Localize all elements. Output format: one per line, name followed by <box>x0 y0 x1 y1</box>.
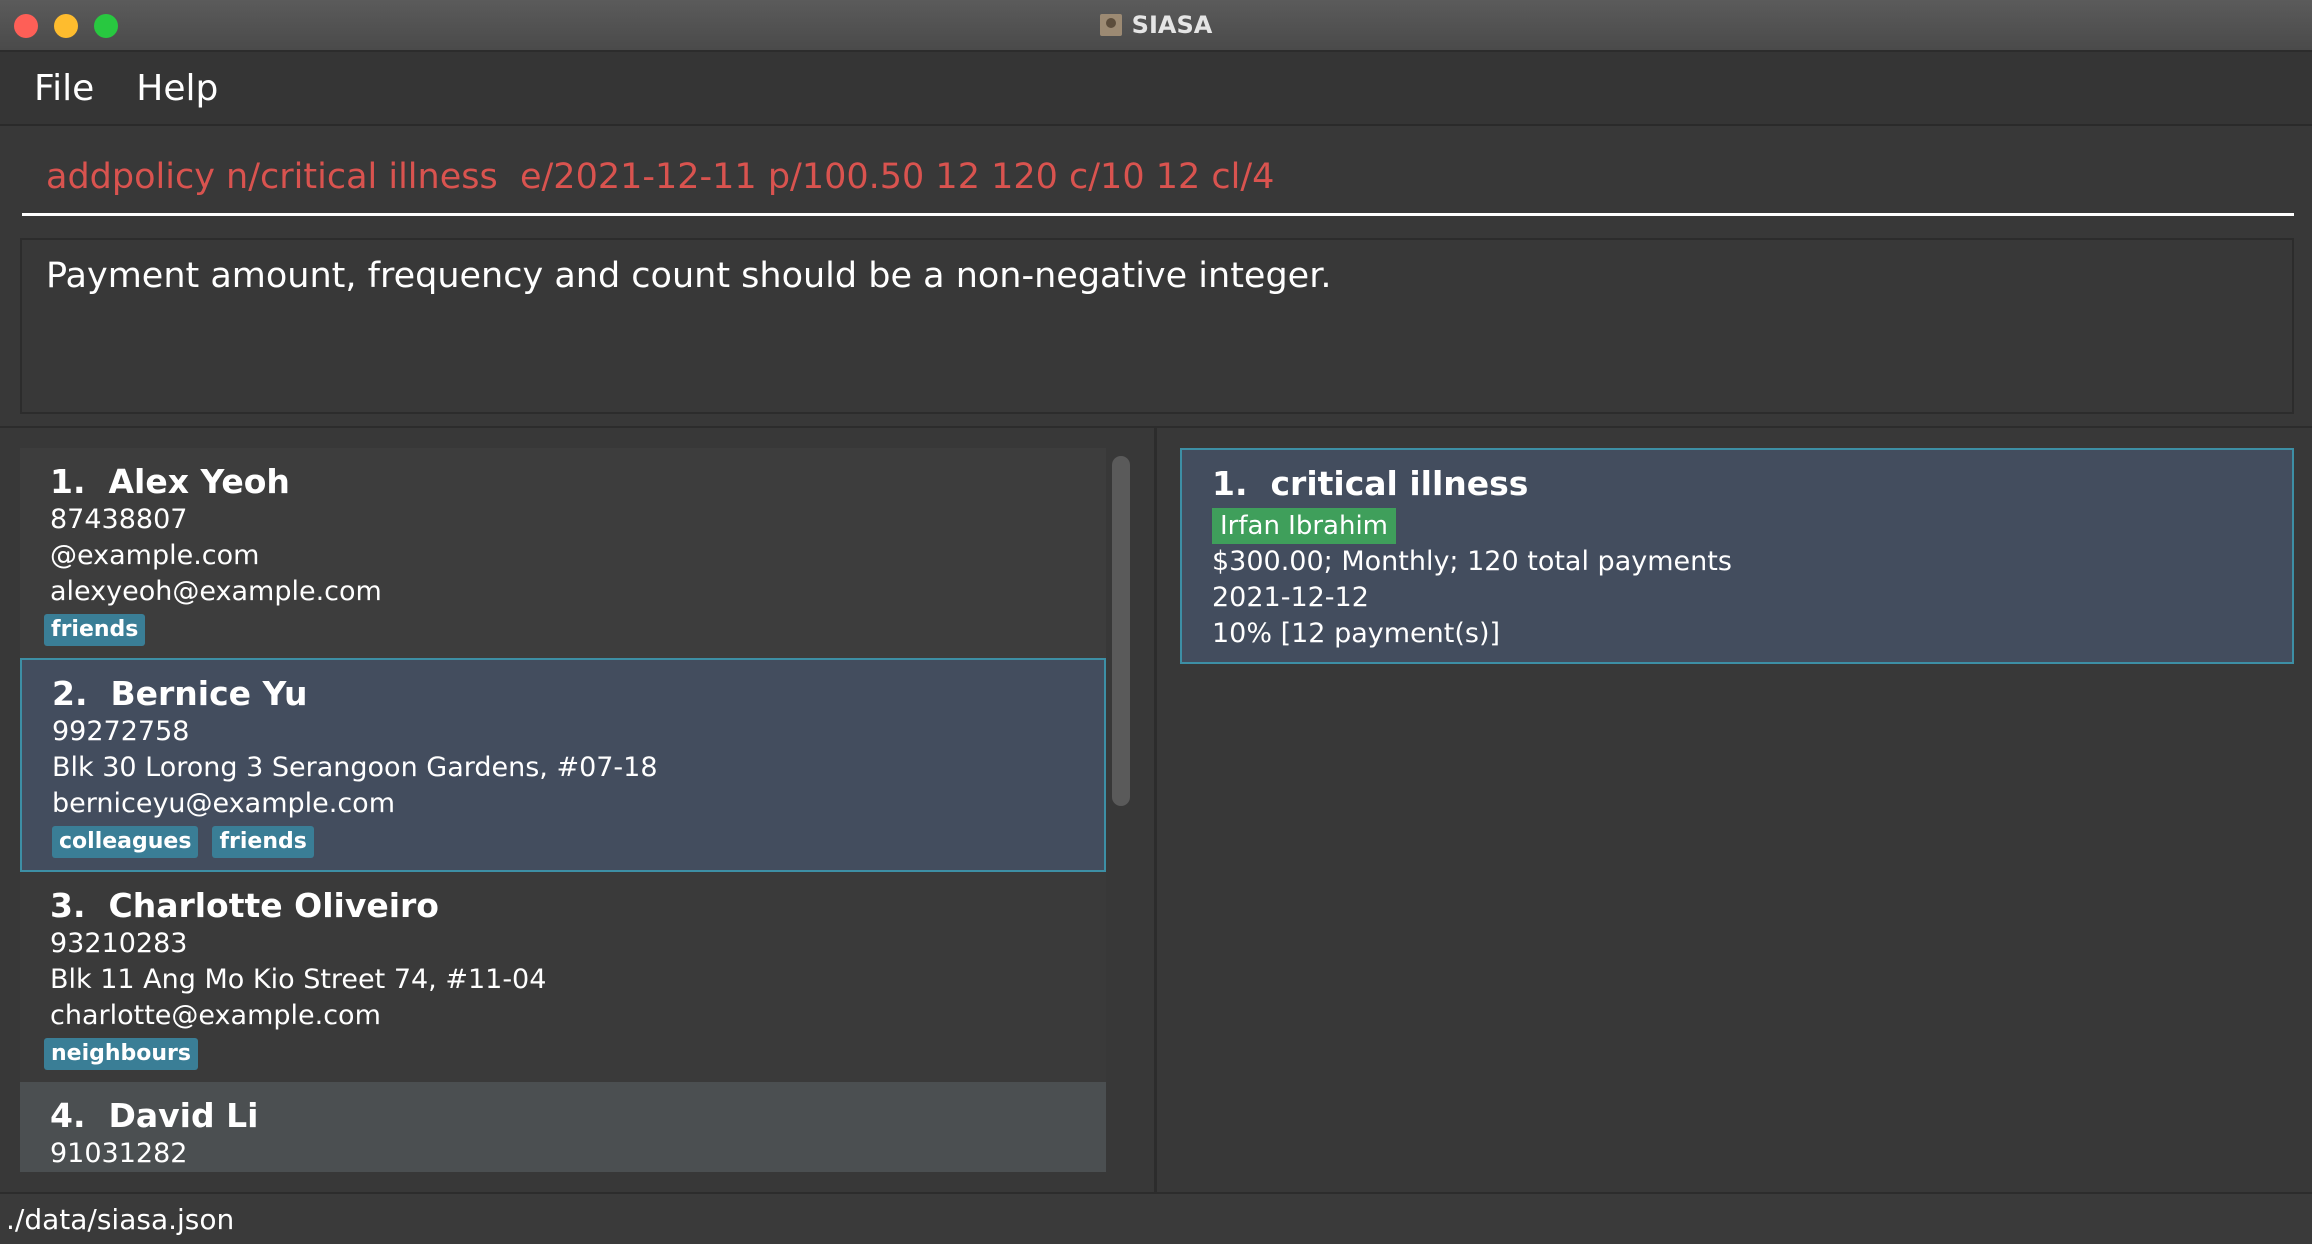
policy-owner-tag: Irfan Ibrahim <box>1212 508 1397 544</box>
person-address: @example.com <box>50 540 260 571</box>
policy-commission: 10% [12 payment(s)] <box>1212 618 1501 649</box>
tag: friends <box>212 826 314 858</box>
tag: colleagues <box>52 826 199 858</box>
status-bar: ./data/siasa.json <box>0 1192 2312 1244</box>
menu-file[interactable]: File <box>34 68 94 109</box>
policy-card[interactable]: 1. critical illness Irfan Ibrahim $300.0… <box>1180 448 2294 664</box>
person-phone: 87438807 <box>50 504 188 535</box>
person-name: 3. Charlotte Oliveiro <box>50 886 439 925</box>
person-name: 2. Bernice Yu <box>52 674 308 713</box>
person-address: Blk 11 Ang Mo Kio Street 74, #11-04 <box>50 964 547 995</box>
person-email: charlotte@example.com <box>50 1000 381 1031</box>
person-name: 4. David Li <box>50 1096 259 1135</box>
result-message: Payment amount, frequency and count shou… <box>46 256 1332 296</box>
person-card-selected[interactable]: 2. Bernice Yu 99272758 Blk 30 Lorong 3 S… <box>20 658 1106 872</box>
person-card[interactable]: 4. David Li 91031282 <box>20 1082 1106 1172</box>
command-input[interactable]: addpolicy n/critical illness e/2021-12-1… <box>22 140 2294 216</box>
person-card[interactable]: 3. Charlotte Oliveiro 93210283 Blk 11 An… <box>20 872 1106 1082</box>
policy-expiry: 2021-12-12 <box>1212 582 1369 613</box>
person-address: Blk 30 Lorong 3 Serangoon Gardens, #07-1… <box>52 752 658 783</box>
person-card[interactable]: 1. Alex Yeoh 87438807 @example.com alexy… <box>20 448 1106 660</box>
panel-divider[interactable] <box>1154 428 1157 1192</box>
person-name: 1. Alex Yeoh <box>50 462 290 501</box>
person-email: berniceyu@example.com <box>52 788 395 819</box>
command-text: addpolicy n/critical illness e/2021-12-1… <box>46 156 1275 197</box>
save-location: ./data/siasa.json <box>6 1202 235 1236</box>
app-icon <box>1099 14 1122 36</box>
person-list-scrollbar[interactable] <box>1112 456 1130 806</box>
policy-name: 1. critical illness <box>1212 464 1529 503</box>
tag: friends <box>44 614 146 646</box>
result-display[interactable]: Payment amount, frequency and count shou… <box>20 238 2294 414</box>
person-phone: 93210283 <box>50 928 188 959</box>
person-phone: 91031282 <box>50 1138 188 1169</box>
tag: neighbours <box>44 1038 199 1070</box>
menu-bar: File Help <box>0 52 2312 126</box>
menu-help[interactable]: Help <box>136 68 218 109</box>
person-list[interactable]: 1. Alex Yeoh 87438807 @example.com alexy… <box>20 448 1106 1172</box>
person-phone: 99272758 <box>52 716 190 747</box>
window-title: SIASA <box>1131 11 1213 39</box>
person-email: alexyeoh@example.com <box>50 576 382 607</box>
title-bar: SIASA <box>0 0 2312 52</box>
policy-payment: $300.00; Monthly; 120 total payments <box>1212 546 1732 577</box>
